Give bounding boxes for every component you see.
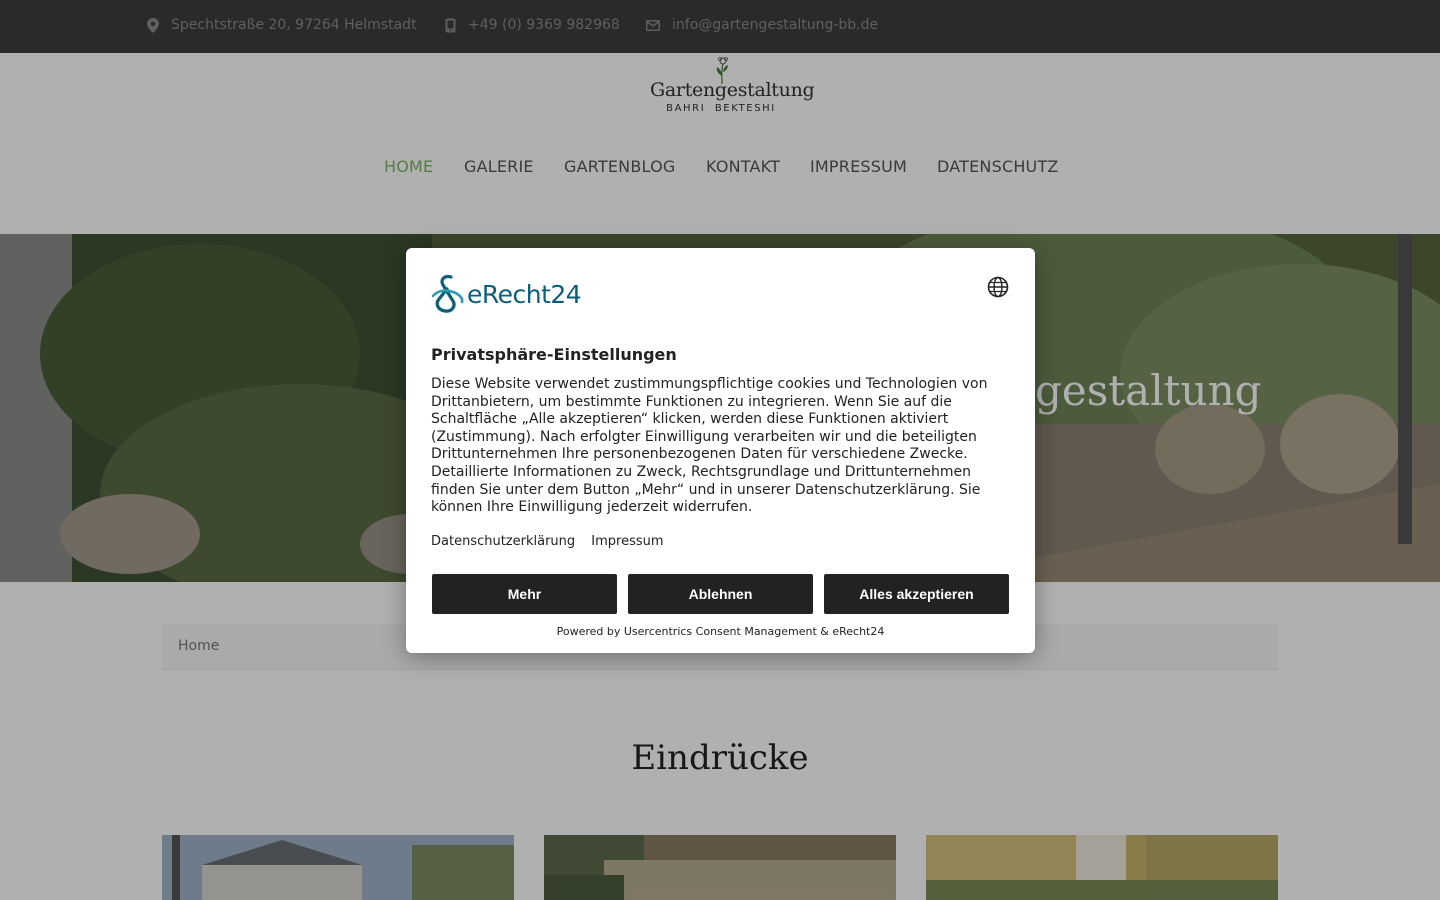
powered-by-text: Powered by Usercentrics Consent Manageme… [556, 625, 885, 638]
more-button[interactable]: Mehr [432, 574, 617, 614]
imprint-link[interactable]: Impressum [591, 534, 663, 549]
brand-name: eRecht24 [467, 279, 582, 309]
consent-dialog: eRecht24 Privatsphäre-Einstellungen Dies… [406, 248, 1035, 653]
consent-heading: Privatsphäre-Einstellungen [431, 345, 677, 364]
consent-links: Datenschutzerklärung Impressum [431, 534, 676, 549]
accept-all-button[interactable]: Alles akzeptieren [824, 574, 1009, 614]
erecht24-symbol-icon [431, 274, 464, 313]
erecht24-logo: eRecht24 [431, 274, 582, 314]
decline-button[interactable]: Ablehnen [628, 574, 813, 614]
consent-description: Diese Website verwendet zustimmungspflic… [431, 376, 988, 516]
globe-icon[interactable] [987, 276, 1009, 298]
privacy-policy-link[interactable]: Datenschutzerklärung [431, 534, 575, 549]
